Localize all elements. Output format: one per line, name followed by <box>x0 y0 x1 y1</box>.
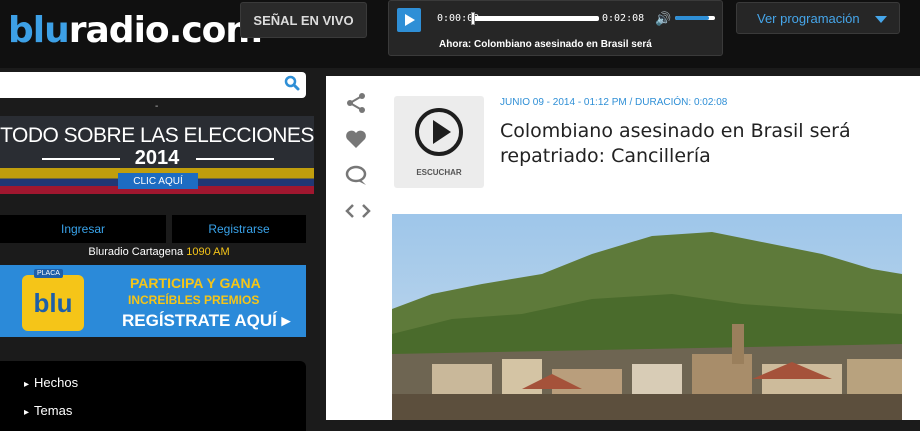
progress-bar[interactable] <box>471 12 599 25</box>
article-actions <box>344 92 374 234</box>
search-icon[interactable] <box>284 75 300 91</box>
elections-title: TODO SOBRE LAS ELECCIONES <box>0 124 314 147</box>
article-title[interactable]: Colombiano asesinado en Brasil será repa… <box>500 119 900 169</box>
station-name: Bluradio Cartagena <box>88 246 184 258</box>
play-icon[interactable] <box>397 8 421 32</box>
article-meta: JUNIO 09 - 2014 - 01:12 PM / DURACIÓN: 0… <box>500 97 728 108</box>
volume-icon[interactable]: 🔊 <box>655 11 671 27</box>
article-panel: ESCUCHAR JUNIO 09 - 2014 - 01:12 PM / DU… <box>326 76 920 420</box>
register-button[interactable]: Registrarse <box>172 215 306 243</box>
code-icon[interactable] <box>344 202 372 220</box>
logo-suffix: radio.com <box>68 10 263 51</box>
search-box <box>0 72 306 98</box>
duration-time: 0:02:08 <box>602 13 645 24</box>
audio-player: 0:00:00 0:02:08 🔊 Ahora: Colombiano ases… <box>388 0 723 56</box>
blu-badge-logo: blu <box>22 275 84 331</box>
now-playing-text: Ahora: Colombiano asesinado en Brasil se… <box>439 39 652 50</box>
article-photo <box>392 214 902 420</box>
programming-label: Ver programación <box>757 10 860 26</box>
menu-item-temas[interactable]: Temas <box>24 403 72 418</box>
login-button[interactable]: Ingresar <box>0 215 166 243</box>
sidebar: - TODO SOBRE LAS ELECCIONES 2014 CLIC AQ… <box>0 68 318 431</box>
promo-line-1: PARTICIPA Y GANA <box>130 275 261 291</box>
badge-tag: PLACA <box>34 269 63 278</box>
station-frequency: 1090 AM <box>186 246 230 258</box>
divider <box>196 158 274 160</box>
divider-dash: - <box>155 101 159 112</box>
heart-icon[interactable] <box>344 128 368 150</box>
elections-cta-button[interactable]: CLIC AQUÍ <box>118 173 198 189</box>
station-info: Bluradio Cartagena 1090 AM <box>0 246 318 258</box>
site-logo[interactable]: bluradio.com <box>8 10 263 51</box>
progress-handle[interactable] <box>471 12 475 25</box>
promo-line-3: REGÍSTRATE AQUÍ ▸ <box>122 311 291 330</box>
search-input[interactable] <box>0 72 270 98</box>
share-icon[interactable] <box>344 92 368 114</box>
section-menu: Hechos Temas <box>0 361 306 431</box>
live-signal-button[interactable]: SEÑAL EN VIVO <box>240 2 367 38</box>
volume-fill <box>675 16 709 20</box>
caret-down-icon <box>875 16 887 23</box>
listen-label: ESCUCHAR <box>416 168 462 177</box>
top-bar: bluradio.com SEÑAL EN VIVO 0:00:00 0:02:… <box>0 0 920 68</box>
promo-banner[interactable]: blu PLACA PARTICIPA Y GANA INCREÍBLES PR… <box>0 265 306 337</box>
volume-slider[interactable] <box>675 16 715 20</box>
listen-button[interactable]: ESCUCHAR <box>394 96 484 188</box>
play-circle-icon <box>415 108 463 156</box>
comment-icon[interactable] <box>344 164 370 188</box>
menu-item-hechos[interactable]: Hechos <box>24 375 78 390</box>
programming-dropdown[interactable]: Ver programación <box>736 2 900 34</box>
logo-prefix: blu <box>8 10 70 51</box>
elections-banner[interactable]: TODO SOBRE LAS ELECCIONES 2014 CLIC AQUÍ <box>0 116 314 194</box>
promo-line-2: INCREÍBLES PREMIOS <box>128 293 260 307</box>
